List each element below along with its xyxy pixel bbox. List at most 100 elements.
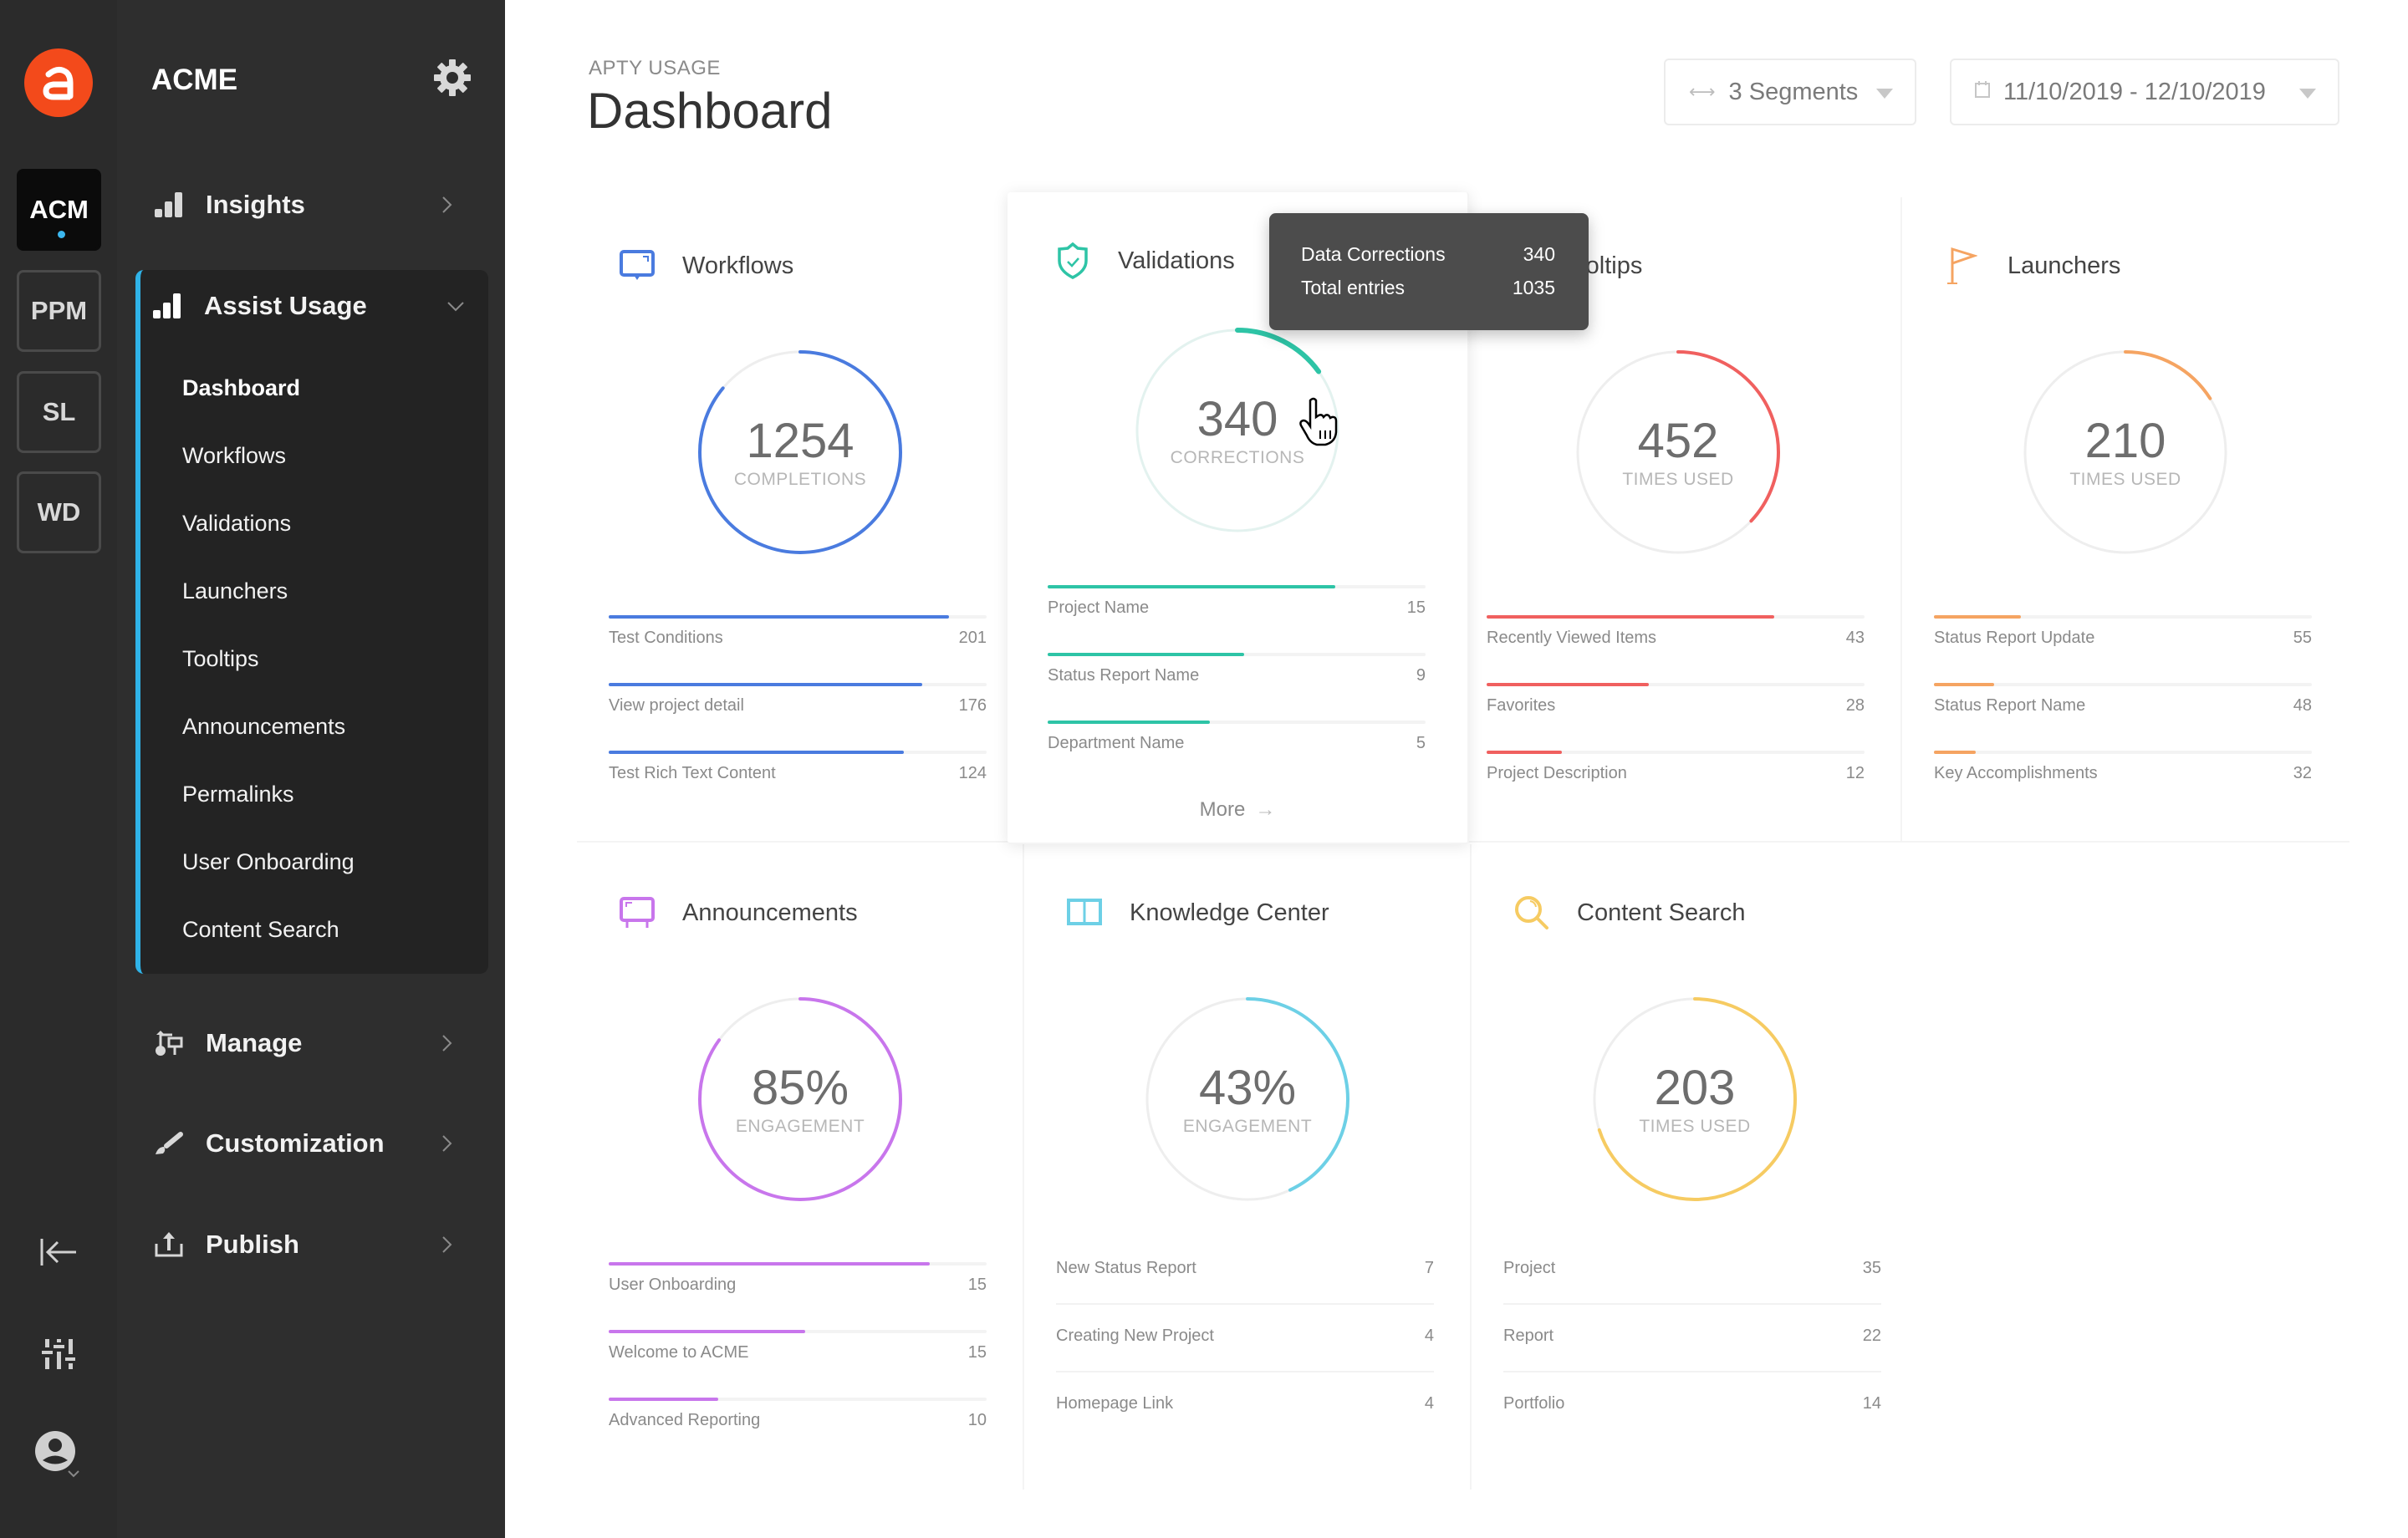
sub-item-announcements[interactable]: Announcements [182,714,345,740]
sub-item-workflows[interactable]: Workflows [182,443,286,469]
workspace-label: WD [37,497,81,527]
list-item-value: 15 [1406,598,1426,617]
sub-item-user-onboarding[interactable]: User Onboarding [182,849,355,875]
breakdown-list: Project Name 15 Status Report Name 9 Departm… [1048,585,1426,788]
segments-icon: ⟷ [1689,81,1716,102]
list-item-label: Homepage Link [1056,1394,1174,1413]
list-item[interactable]: Welcome to ACME 15 [609,1330,987,1398]
date-range-dropdown[interactable]: 11/10/2019 - 12/10/2019 [1950,59,2339,125]
list-item[interactable]: Advanced Reporting 10 [609,1398,987,1465]
list-item-label: Key Accomplishments [1934,764,2098,782]
card-announcements[interactable]: Announcements 85% ENGAGEMENT User Onboardin… [577,844,1024,1490]
bar-fill [1048,653,1245,656]
bar-fill [609,1262,931,1266]
list-item[interactable]: Project Description 12 [1487,751,1865,818]
card-header: Launchers [1944,247,2120,284]
list-item-label: View project detail [609,696,744,715]
list-item-value: 4 [1424,1394,1434,1413]
list-item-value: 4 [1424,1327,1434,1345]
nav-item-label: Assist Usage [204,291,367,320]
progress-ring[interactable]: 452 TIMES USED [1574,348,1783,557]
list-item-value: 201 [958,629,987,647]
list-item-label: Recently Viewed Items [1487,629,1657,647]
list-item[interactable]: Project Name 15 [1048,585,1426,653]
nav-item-manage[interactable]: Manage [150,1014,485,1072]
list-item[interactable]: Key Accomplishments 32 [1934,751,2312,818]
list-item[interactable]: New Status Report 7 [1056,1237,1434,1305]
tooltip-row: Total entries 1035 [1301,277,1555,299]
nav-item-customization[interactable]: Customization [150,1114,485,1173]
apty-logo[interactable] [24,48,93,117]
progress-ring[interactable]: 1254 COMPLETIONS [696,348,905,557]
ring-caption: ENGAGEMENT [735,1117,865,1136]
ring-value: 203 [1654,1061,1736,1115]
app: ACM PPM SL WD ACME Insights Assist Usage… [0,0,2408,1538]
nav-item-assist-usage[interactable]: Assist Usage [149,277,483,335]
bar-chart-icon [149,288,186,324]
card-header: Content Search [1513,894,1746,931]
tooltip-label: Total entries [1301,277,1406,298]
bar-fill [609,1330,806,1333]
list-item[interactable]: Test Rich Text Content 124 [609,751,987,818]
segments-value: 3 Segments [1728,78,1859,105]
card-title: Launchers [2008,252,2121,279]
list-item[interactable]: Status Report Name 9 [1048,653,1426,721]
tooltip-value: 340 [1523,243,1555,265]
list-item-value: 14 [1862,1394,1881,1413]
gear-icon[interactable] [433,59,475,100]
sub-item-launchers[interactable]: Launchers [182,578,288,604]
sub-item-permalinks[interactable]: Permalinks [182,782,294,807]
list-item[interactable]: Status Report Name 48 [1934,683,2312,751]
list-item[interactable]: Report 22 [1503,1305,1881,1372]
workspace-ppm[interactable]: PPM [17,270,101,352]
list-item[interactable]: Project 35 [1503,1237,1881,1305]
card-title: Knowledge Center [1130,899,1329,926]
sub-item-content-search[interactable]: Content Search [182,917,339,943]
list-item[interactable]: Creating New Project 4 [1056,1305,1434,1372]
sub-item-validations[interactable]: Validations [182,511,291,537]
list-item[interactable]: User Onboarding 15 [609,1262,987,1330]
workspace-wd[interactable]: WD [17,471,101,553]
nav-item-publish[interactable]: Publish [150,1215,485,1274]
bar-fill [1487,615,1774,619]
more-link[interactable]: More → [1008,798,1467,822]
page-eyebrow: APTY USAGE [589,57,721,79]
nav-item-label: Publish [206,1230,299,1259]
ring-caption: TIMES USED [2069,470,2181,489]
list-item[interactable]: View project detail 176 [609,683,987,751]
list-item-label: Project [1503,1259,1556,1277]
list-item-label: Department Name [1048,734,1185,752]
workspace-sl[interactable]: SL [17,371,101,453]
breakdown-list: New Status Report 7 Creating New Project 4 H… [1056,1237,1434,1440]
progress-ring[interactable]: 203 TIMES USED [1590,995,1799,1204]
user-account-icon[interactable] [33,1429,84,1479]
collapse-icon[interactable] [33,1227,84,1277]
segments-dropdown[interactable]: ⟷ 3 Segments [1664,59,1916,125]
list-item-label: Project Name [1048,598,1150,617]
card-workflows[interactable]: Workflows 1254 COMPLETIONS Test Conditions 2… [577,197,1024,843]
list-item[interactable]: Portfolio 14 [1503,1372,1881,1440]
nav-item-insights[interactable]: Insights [150,176,485,234]
sub-item-tooltips[interactable]: Tooltips [182,646,259,672]
list-item-label: Project Description [1487,764,1627,782]
list-item[interactable]: Favorites 28 [1487,683,1865,751]
date-range-value: 11/10/2019 - 12/10/2019 [2003,78,2266,105]
sliders-icon[interactable] [33,1329,84,1379]
list-item[interactable]: Recently Viewed Items 43 [1487,615,1865,683]
ring-value: 210 [2084,414,2166,468]
progress-ring[interactable]: 210 TIMES USED [2021,348,2230,557]
card-content-search[interactable]: Content Search 203 TIMES USED Project 35 Repo… [1472,844,1919,1490]
progress-ring[interactable]: 85% ENGAGEMENT [696,995,905,1204]
hand-cursor-icon [1299,397,1338,446]
progress-ring[interactable]: 43% ENGAGEMENT [1143,995,1352,1204]
list-item[interactable]: Homepage Link 4 [1056,1372,1434,1440]
list-item[interactable]: Department Name 5 [1048,721,1426,788]
sub-item-dashboard[interactable]: Dashboard [182,375,300,401]
bar-fill [609,1398,719,1401]
card-knowledge-center[interactable]: Knowledge Center 43% ENGAGEMENT New Status … [1024,844,1472,1490]
list-item[interactable]: Status Report Update 55 [1934,615,2312,683]
card-launchers[interactable]: Launchers 210 TIMES USED Status Report Upda… [1902,197,2349,843]
ring-value: 1254 [746,414,855,468]
workspace-acm[interactable]: ACM [17,169,101,251]
list-item[interactable]: Test Conditions 201 [609,615,987,683]
